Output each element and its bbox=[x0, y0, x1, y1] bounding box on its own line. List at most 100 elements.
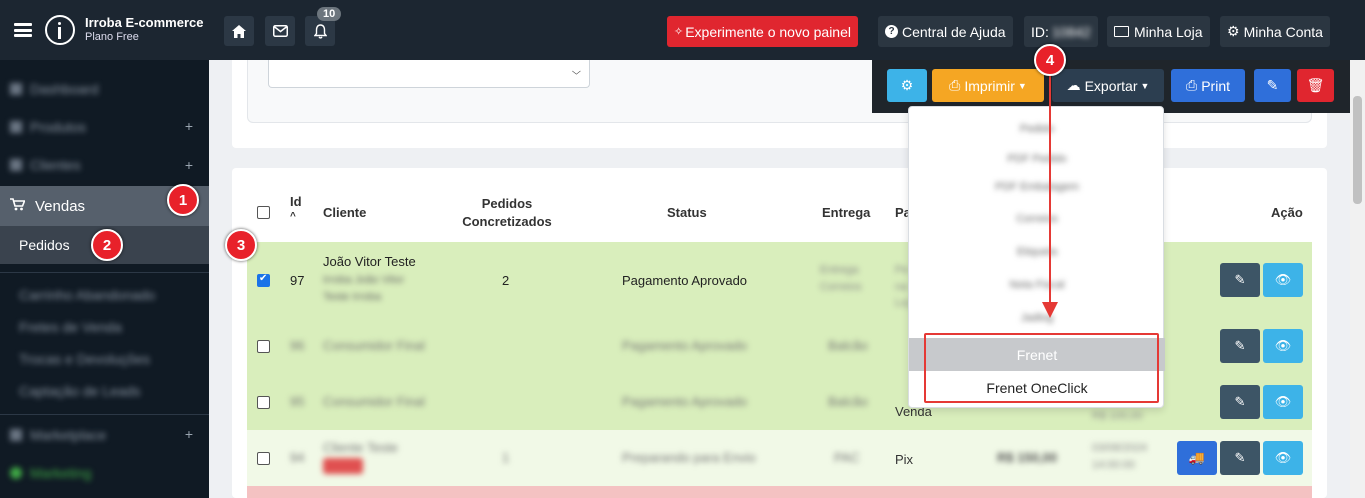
filter-select[interactable] bbox=[268, 60, 590, 88]
shipping-button[interactable]: 🚚 bbox=[1177, 441, 1217, 475]
print-button[interactable]: ⎙ Print bbox=[1171, 69, 1245, 102]
edit-button[interactable]: ✎ bbox=[1220, 385, 1260, 419]
store-id-value: 10842 bbox=[1051, 23, 1091, 40]
row-checkbox[interactable] bbox=[257, 273, 270, 287]
my-store-label: Minha Loja bbox=[1134, 23, 1203, 40]
annotation-arrow bbox=[1049, 76, 1051, 310]
edit-icon: ✎ bbox=[1234, 450, 1246, 465]
try-new-panel-button[interactable]: ✧ Experimente o novo painel bbox=[667, 16, 858, 47]
notifications-badge: 10 bbox=[317, 7, 342, 21]
row-id: 95 bbox=[290, 394, 305, 409]
col-delivery[interactable]: Entrega bbox=[822, 205, 870, 220]
help-center-button[interactable]: ? Central de Ajuda bbox=[878, 16, 1013, 47]
print-dropdown-button[interactable]: ⎙ Imprimir ▼ bbox=[932, 69, 1044, 102]
sparkle-icon: ✧ bbox=[674, 26, 684, 38]
edit-icon: ✎ bbox=[1234, 338, 1246, 353]
edit-button[interactable]: ✎ bbox=[1220, 441, 1260, 475]
row-checkbox[interactable] bbox=[257, 340, 270, 353]
row-client: Cliente Teste bbox=[323, 440, 398, 455]
row-delivery: Balcão bbox=[828, 394, 868, 409]
mail-icon[interactable] bbox=[265, 16, 295, 46]
expand-products-icon[interactable]: + bbox=[185, 118, 193, 134]
store-id: ID: 10842 bbox=[1024, 16, 1098, 47]
edit-icon: ✎ bbox=[1234, 394, 1246, 409]
col-orders[interactable]: Pedidos Concretizados bbox=[452, 195, 562, 230]
row-payment: Pedido na Loja bbox=[895, 264, 909, 309]
row-client-detail: Irroba João Vitor Teste Irroba bbox=[323, 274, 405, 303]
home-icon[interactable] bbox=[224, 16, 254, 46]
delete-button[interactable]: 🗑 bbox=[1297, 69, 1334, 102]
sidebar-item-dashboard[interactable]: Dashboard bbox=[0, 70, 209, 108]
row-client: João Vitor Teste bbox=[323, 254, 416, 269]
step-marker-4: 4 bbox=[1034, 44, 1066, 76]
row-date: 03/08/2024 14:00:00 bbox=[1092, 442, 1148, 471]
sidebar-item-marketing[interactable]: Marketing bbox=[0, 454, 209, 492]
annotation-arrowhead bbox=[1042, 302, 1058, 318]
row-status: Pagamento Aprovado bbox=[622, 273, 748, 288]
menu-toggle-icon[interactable] bbox=[14, 23, 32, 37]
col-client[interactable]: Cliente bbox=[323, 205, 366, 220]
edit-button[interactable]: ✎ bbox=[1220, 263, 1260, 297]
dropdown-item[interactable]: Jadlog bbox=[909, 312, 1165, 324]
sidebar-item-marketplace[interactable]: Marketplace bbox=[0, 416, 209, 454]
select-all-checkbox[interactable] bbox=[257, 206, 270, 219]
sort-up-icon: ^ bbox=[290, 211, 296, 222]
trash-icon: 🗑 bbox=[1306, 77, 1325, 93]
caret-down-icon: ▼ bbox=[1140, 80, 1150, 91]
cloud-download-icon: ☁ bbox=[1066, 77, 1081, 93]
try-new-panel-label: Experimente o novo painel bbox=[685, 23, 851, 40]
my-store-button[interactable]: Minha Loja bbox=[1107, 16, 1210, 47]
table-row[interactable] bbox=[247, 486, 1312, 498]
scrollbar-thumb[interactable] bbox=[1353, 96, 1362, 204]
row-id: 94 bbox=[290, 450, 305, 465]
row-status: Preparando para Envio bbox=[622, 450, 756, 465]
edit-icon: ✎ bbox=[1234, 272, 1246, 287]
col-id[interactable]: Id ^ bbox=[290, 194, 302, 222]
eye-icon: 👁 bbox=[1274, 394, 1292, 409]
dropdown-item[interactable]: PDF Embalagem bbox=[909, 181, 1165, 193]
gear-icon: ⚙ bbox=[1227, 23, 1240, 39]
view-button[interactable]: 👁 bbox=[1263, 263, 1303, 297]
question-icon: ? bbox=[885, 25, 898, 38]
my-account-button[interactable]: ⚙ Minha Conta bbox=[1220, 16, 1330, 47]
sidebar-item-clients[interactable]: Clientes bbox=[0, 146, 209, 184]
row-status: Pagamento Aprovado bbox=[622, 394, 748, 409]
edit-button[interactable]: ✎ bbox=[1254, 69, 1291, 102]
dropdown-item[interactable]: Correios bbox=[909, 213, 1165, 225]
row-payment: Pix bbox=[895, 452, 914, 467]
row-client: Consumidor Final bbox=[323, 338, 425, 353]
sidebar: Dashboard Produtos + Clientes + Vendas P… bbox=[0, 60, 209, 498]
dropdown-item[interactable]: Etiqueta bbox=[909, 246, 1165, 258]
row-checkbox[interactable] bbox=[257, 396, 270, 409]
row-status: Pagamento Aprovado bbox=[622, 338, 748, 353]
vendas-label: Vendas bbox=[35, 197, 86, 215]
view-button[interactable]: 👁 bbox=[1263, 441, 1303, 475]
expand-marketplace-icon[interactable]: + bbox=[185, 426, 193, 442]
row-id: 96 bbox=[290, 338, 305, 353]
view-button[interactable]: 👁 bbox=[1263, 385, 1303, 419]
help-center-label: Central de Ajuda bbox=[902, 23, 1006, 40]
dropdown-item[interactable]: Nota Fiscal bbox=[909, 279, 1165, 291]
view-button[interactable]: 👁 bbox=[1263, 329, 1303, 363]
row-total: R$ 100,00 bbox=[1092, 410, 1143, 422]
row-tag bbox=[323, 458, 363, 474]
store-id-label: ID: bbox=[1031, 23, 1049, 40]
dropdown-item[interactable]: Pedido bbox=[909, 123, 1165, 135]
row-id: 97 bbox=[290, 273, 305, 288]
row-orders: 2 bbox=[502, 273, 510, 288]
dropdown-item[interactable]: PDF Pedido bbox=[909, 153, 1165, 165]
col-action: Ação bbox=[1271, 205, 1303, 220]
row-checkbox[interactable] bbox=[257, 452, 270, 465]
col-status[interactable]: Status bbox=[667, 205, 707, 220]
edit-button[interactable]: ✎ bbox=[1220, 329, 1260, 363]
table-row[interactable]: 94 Cliente Teste 1 Preparando para Envio… bbox=[247, 430, 1312, 486]
row-delivery: PAC bbox=[834, 450, 860, 465]
export-dropdown-button[interactable]: ☁ Exportar ▼ bbox=[1052, 69, 1164, 102]
sidebar-item-leads[interactable]: Captação de Leads bbox=[0, 372, 209, 410]
sidebar-item-products[interactable]: Produtos bbox=[0, 108, 209, 146]
step-marker-2: 2 bbox=[91, 229, 123, 261]
expand-clients-icon[interactable]: + bbox=[185, 157, 193, 173]
settings-button[interactable]: ⚙ bbox=[887, 69, 927, 102]
brand-name: Irroba E-commerce bbox=[85, 15, 204, 30]
monitor-icon bbox=[1114, 26, 1129, 37]
